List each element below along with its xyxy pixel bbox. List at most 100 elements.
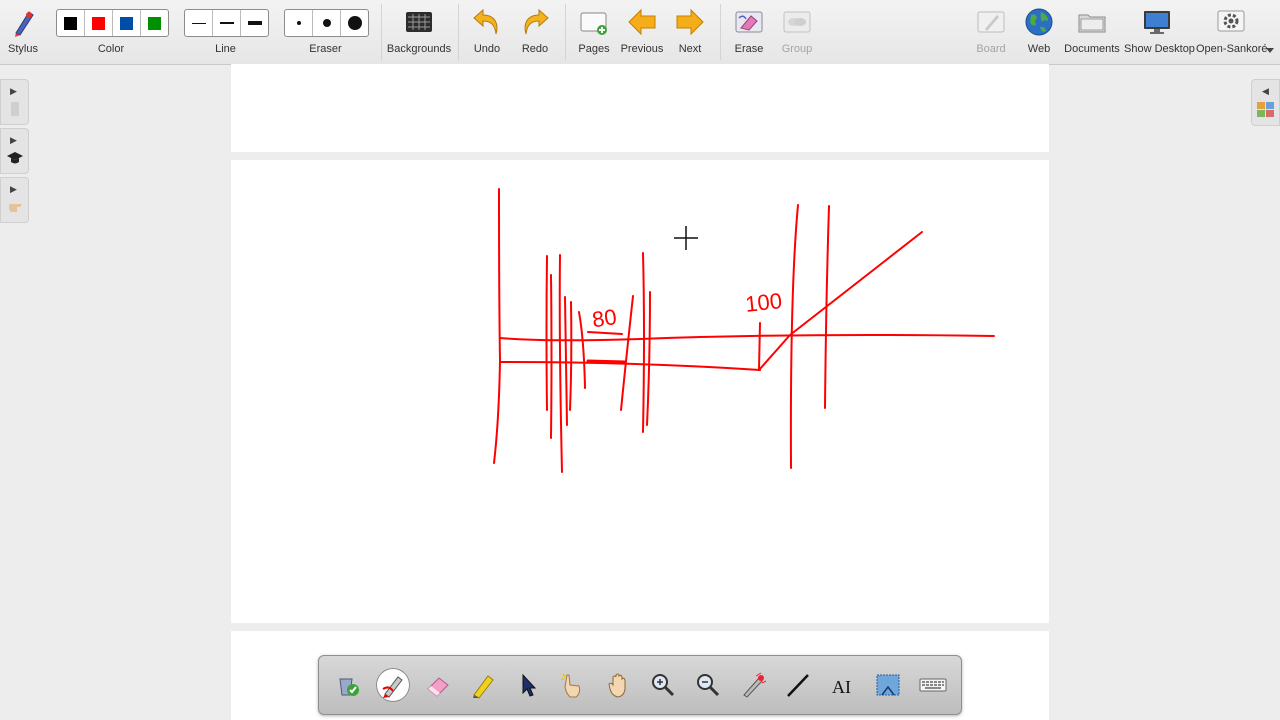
eraser-size-selector xyxy=(284,9,369,37)
color-green[interactable] xyxy=(141,10,168,36)
pages-button[interactable]: Pages xyxy=(573,0,615,64)
interact-tool[interactable] xyxy=(556,668,590,702)
group-label: Group xyxy=(781,43,813,55)
zoom-in-icon xyxy=(652,674,675,697)
laser-pointer-tool[interactable] xyxy=(736,668,770,702)
group-icon xyxy=(783,11,811,33)
left-tab-pages[interactable]: ▶ xyxy=(0,79,29,125)
erase-label: Erase xyxy=(734,43,764,55)
previous-button[interactable]: Previous xyxy=(619,0,665,64)
color-red[interactable] xyxy=(85,10,113,36)
backgrounds-button[interactable]: Backgrounds xyxy=(386,0,452,64)
large-dot-icon xyxy=(347,16,362,30)
add-page-icon xyxy=(580,12,607,35)
arrow-pointer-icon xyxy=(522,673,537,697)
medium-dot-icon xyxy=(322,19,331,27)
color-blue[interactable] xyxy=(113,10,141,36)
right-tab-library[interactable]: ◀ xyxy=(1251,79,1280,126)
documents-button[interactable]: Documents xyxy=(1064,0,1120,64)
zoom-out-icon xyxy=(697,674,720,697)
undo-button[interactable]: Undo xyxy=(466,0,508,64)
pen-tool[interactable] xyxy=(376,668,410,702)
virtual-keyboard-tool[interactable] xyxy=(916,668,950,702)
group-button[interactable]: Group xyxy=(776,0,818,64)
zoom-in-tool[interactable] xyxy=(646,668,680,702)
line-thick[interactable] xyxy=(241,10,268,36)
stylus-palette: AI xyxy=(318,655,962,715)
previous-label: Previous xyxy=(620,43,664,55)
left-tab-library[interactable]: ▶ xyxy=(0,128,29,174)
redo-button[interactable]: Redo xyxy=(514,0,556,64)
folder-icon xyxy=(1078,14,1106,33)
backgrounds-icon xyxy=(406,12,432,32)
open-sankore-menu[interactable]: Open-Sankoré xyxy=(1196,0,1268,64)
graduation-cap-icon xyxy=(7,152,23,164)
dropdown-arrow-icon[interactable] xyxy=(1266,48,1274,53)
board-canvas[interactable] xyxy=(231,64,1049,720)
expand-arrow-icon: ▶ xyxy=(10,86,17,96)
eraser-medium[interactable] xyxy=(313,10,341,36)
blue-swatch xyxy=(120,16,133,30)
color-black[interactable] xyxy=(57,10,85,36)
highlighter-tool[interactable] xyxy=(466,668,500,702)
collapse-arrow-icon: ◀ xyxy=(1262,86,1269,96)
red-swatch xyxy=(92,16,105,30)
undo-icon xyxy=(473,8,498,35)
web-button[interactable]: Web xyxy=(1018,0,1060,64)
medium-line-icon xyxy=(219,22,234,24)
expand-arrow-icon: ▶ xyxy=(10,184,17,194)
show-desktop-label: Show Desktop xyxy=(1124,43,1195,55)
eraser-label: Eraser xyxy=(309,43,342,55)
redo-icon xyxy=(524,8,549,35)
expand-arrow-icon: ▶ xyxy=(10,135,17,145)
open-sankore-label: Open-Sankoré xyxy=(1196,43,1268,55)
toolbar-separator xyxy=(720,4,721,60)
selector-tool[interactable] xyxy=(511,668,545,702)
capture-tool[interactable] xyxy=(871,668,905,702)
hand-tool[interactable] xyxy=(601,668,635,702)
line-label: Line xyxy=(215,43,236,55)
laser-pointer-icon xyxy=(743,672,767,698)
line-icon xyxy=(787,674,809,697)
zoom-out-tool[interactable] xyxy=(691,668,725,702)
current-page[interactable] xyxy=(231,160,1049,623)
small-dot-icon xyxy=(296,21,301,25)
highlighter-icon xyxy=(473,675,494,699)
next-button[interactable]: Next xyxy=(669,0,711,64)
pointing-hand-icon xyxy=(561,673,581,698)
web-label: Web xyxy=(1027,43,1051,55)
undo-label: Undo xyxy=(473,43,501,55)
eraser-icon xyxy=(427,677,449,697)
previous-page[interactable] xyxy=(231,64,1049,152)
line-medium[interactable] xyxy=(213,10,241,36)
paint-bucket-tool[interactable] xyxy=(331,668,365,702)
eraser-large[interactable] xyxy=(341,10,368,36)
pen-icon xyxy=(382,676,403,698)
show-desktop-button[interactable]: Show Desktop xyxy=(1124,0,1195,64)
text-tool[interactable]: AI xyxy=(826,668,860,702)
line-thin[interactable] xyxy=(185,10,213,36)
green-swatch xyxy=(148,16,161,30)
thin-line-icon xyxy=(191,22,206,24)
line-tool[interactable] xyxy=(781,668,815,702)
color-selector xyxy=(56,9,169,37)
globe-icon xyxy=(1025,8,1053,36)
left-tab-teacher[interactable]: ▶ xyxy=(0,177,29,223)
erase-button[interactable]: Erase xyxy=(728,0,770,64)
hand-point-icon xyxy=(9,203,22,212)
board-button[interactable]: Board xyxy=(970,0,1012,64)
stylus-icon xyxy=(15,11,34,37)
redo-label: Redo xyxy=(521,43,549,55)
board-icon xyxy=(977,11,1005,33)
stylus-button[interactable]: Stylus xyxy=(0,0,46,64)
hand-icon xyxy=(608,673,626,698)
text-icon: AI xyxy=(832,677,851,697)
capture-icon xyxy=(876,674,900,696)
eraser-tool[interactable] xyxy=(421,668,455,702)
toolbar-separator xyxy=(565,4,566,60)
documents-label: Documents xyxy=(1064,43,1120,55)
eraser-small[interactable] xyxy=(285,10,313,36)
erase-icon xyxy=(735,11,763,33)
library-icon xyxy=(1257,102,1274,117)
keyboard-icon xyxy=(919,678,947,692)
